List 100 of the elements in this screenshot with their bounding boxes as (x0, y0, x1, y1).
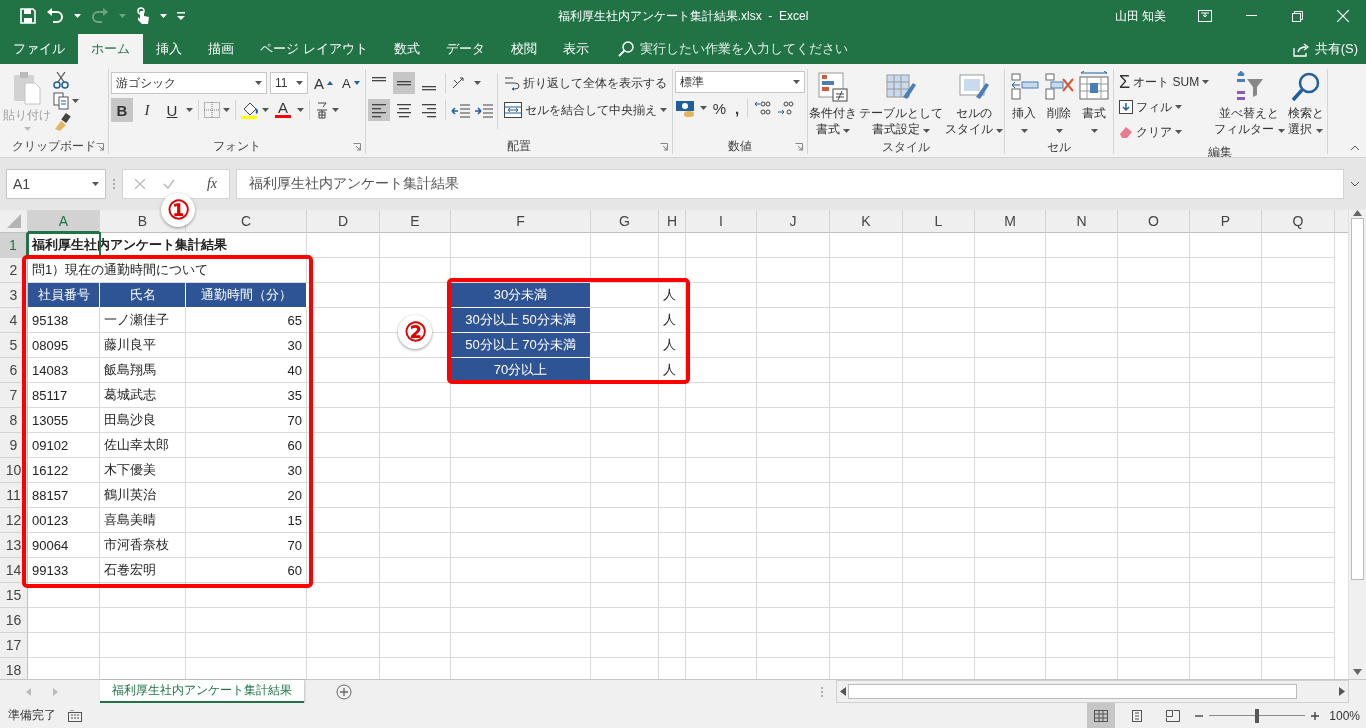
fill-button[interactable]: フィル (1116, 95, 1213, 119)
table-cell: 40 (186, 358, 307, 383)
column-letter[interactable]: H (659, 210, 686, 233)
share-button[interactable]: 共有(S) (1314, 40, 1358, 58)
table-header: 社員番号 (28, 283, 100, 308)
ribbon-tab[interactable]: 挿入 (143, 34, 195, 64)
table-cell: 08095 (28, 333, 100, 358)
ribbon-button[interactable]: 削除 (1042, 69, 1077, 140)
insert-function-button[interactable]: fx (206, 176, 217, 192)
table-header: 30分以上 50分未満 (451, 308, 591, 333)
ribbon-button[interactable]: セルの スタイル (943, 69, 1005, 140)
table-cell: 人 (659, 283, 686, 308)
table-cell: 30 (186, 333, 307, 358)
table-cell: 人 (659, 358, 686, 383)
row-number[interactable]: 1 (0, 233, 28, 258)
group-label: セル (1047, 139, 1072, 157)
name-box[interactable]: A1 (6, 169, 106, 199)
comma-button[interactable]: , (732, 96, 743, 120)
row-number[interactable]: 16 (0, 608, 28, 633)
table-cell: 16122 (28, 458, 100, 483)
table-cell: 90064 (28, 533, 100, 558)
font-size-dropdown[interactable]: 11 (270, 72, 308, 94)
sheet-tab[interactable]: 福利厚生社内アンケート集計結果 (100, 680, 304, 703)
column-letter[interactable]: E (380, 210, 451, 233)
number-format-dropdown[interactable]: 標準 (674, 71, 805, 93)
group-label: 配置 (506, 138, 531, 155)
format-button[interactable]: B (111, 98, 133, 122)
row-number[interactable]: 17 (0, 633, 28, 658)
column-letter[interactable]: D (307, 210, 380, 233)
table-cell: 88157 (28, 483, 100, 508)
ribbon-button[interactable]: テーブルとして 書式設定 (857, 69, 944, 140)
formula-field[interactable]: 福利厚生社内アンケート集計結果 (236, 169, 1344, 199)
group-label: 数値 (727, 138, 752, 155)
column-letter[interactable]: Q (1262, 210, 1335, 233)
column-letter[interactable]: M (975, 210, 1046, 233)
table-cell: 60 (186, 433, 307, 458)
group-label: スタイル (881, 139, 930, 157)
column-letter[interactable]: G (591, 210, 659, 233)
autosum-button[interactable]: Σ オート SUM (1116, 70, 1213, 94)
table-cell: 70 (186, 533, 307, 558)
table-cell: 鶴川英治 (100, 483, 186, 508)
column-letter[interactable]: J (757, 210, 830, 233)
tell-me-field[interactable]: 実行したい作業を入力してください (639, 40, 848, 58)
ribbon-button[interactable]: 挿入 (1007, 69, 1042, 140)
table-cell: 一ノ瀬佳子 (100, 308, 186, 333)
table-cell: 人 (659, 308, 686, 333)
table-cell: 木下優美 (100, 458, 186, 483)
ribbon-tab[interactable]: 校閲 (497, 34, 550, 64)
percent-button[interactable]: % (709, 96, 730, 120)
user-name: 山田 知美 (1114, 7, 1166, 25)
font-name-dropdown[interactable]: 游ゴシック (111, 72, 267, 94)
grow-font-button[interactable]: A (311, 71, 336, 95)
status-text: 準備完了 (7, 707, 56, 724)
column-letter[interactable]: A (28, 210, 100, 233)
shrink-font-button[interactable]: A (339, 71, 363, 95)
ribbon-tab[interactable]: 表示 (549, 34, 602, 64)
column-letter[interactable]: K (830, 210, 903, 233)
format-button[interactable]: U (161, 98, 183, 122)
ribbon-button[interactable]: 検索と 選択 (1286, 69, 1325, 144)
table-cell: 95138 (28, 308, 100, 333)
table-cell: 人 (659, 333, 686, 358)
table-cell: 飯島翔馬 (100, 358, 186, 383)
table-cell: 70 (186, 408, 307, 433)
wrap-text-button[interactable]: 折り返して全体を表示する (500, 71, 670, 95)
ribbon-button[interactable]: 書式 (1077, 69, 1112, 140)
ribbon-button[interactable]: 条件付き 書式 (807, 69, 858, 140)
table-cell: 石巻宏明 (100, 558, 186, 583)
font-color-button[interactable]: A (272, 98, 294, 122)
ribbon-button[interactable]: 並べ替えと フィルター (1213, 69, 1286, 144)
table-header: 30分未満 (451, 283, 591, 308)
table-cell: 佐山幸太郎 (100, 433, 186, 458)
table-cell: 14083 (28, 358, 100, 383)
table-header: 50分以上 70分未満 (451, 333, 591, 358)
column-letter[interactable]: N (1046, 210, 1118, 233)
group-label: フォント (212, 138, 261, 155)
table-cell: 13055 (28, 408, 100, 433)
column-letter[interactable]: O (1118, 210, 1190, 233)
table-cell: 藤川良平 (100, 333, 186, 358)
table-cell: 田島沙良 (100, 408, 186, 433)
window-title: 福利厚生社内アンケート集計結果.xlsx - Excel (556, 7, 810, 25)
column-letter[interactable]: L (903, 210, 975, 233)
row-number[interactable]: 15 (0, 583, 28, 608)
zoom-level[interactable]: 100% (1329, 708, 1360, 723)
ribbon-tab[interactable]: 数式 (380, 34, 433, 64)
table-cell: 30 (186, 458, 307, 483)
table-cell: 65 (186, 308, 307, 333)
table-cell: 15 (186, 508, 307, 533)
column-letter[interactable]: I (686, 210, 757, 233)
merge-center-button[interactable]: セルを結合して中央揃え (500, 98, 670, 122)
format-button[interactable]: I (136, 98, 158, 122)
column-letter[interactable]: P (1190, 210, 1262, 233)
ribbon-tab[interactable]: 描画 (195, 34, 247, 64)
ribbon-tab[interactable]: データ (432, 34, 498, 64)
row-number[interactable]: 18 (0, 658, 28, 679)
ribbon-tab[interactable]: ページ レイアウト (247, 34, 381, 64)
clear-button[interactable]: クリア (1116, 120, 1213, 144)
table-cell: 99133 (28, 558, 100, 583)
ribbon-tab[interactable]: ホーム (78, 34, 143, 64)
ribbon-tab[interactable]: ファイル (0, 34, 78, 64)
column-letter[interactable]: F (451, 210, 591, 233)
